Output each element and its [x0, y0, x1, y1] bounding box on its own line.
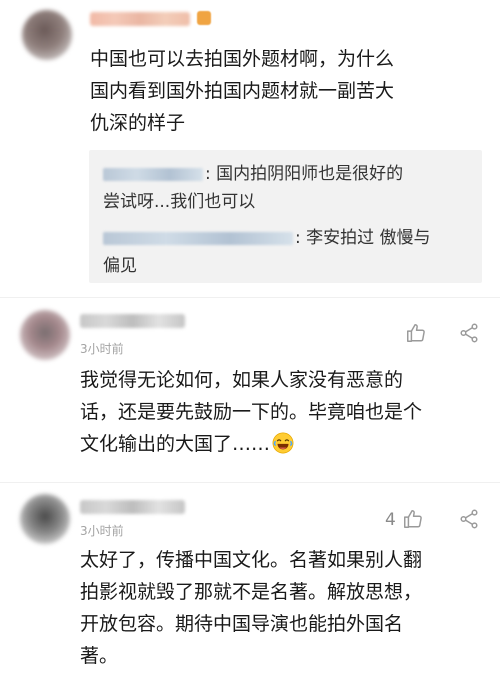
comment-1: 中国也可以去拍国外题材啊，为什么 国内看到国外拍国内题材就一副苦大 仇深的样子 … — [0, 0, 500, 300]
comment-2: 3小时前 我觉得无论如何，如果人家没有恶意的 话，还是要先鼓励一下的。毕竟咱也是… — [0, 300, 500, 480]
divider — [0, 482, 500, 483]
username-blurred[interactable] — [80, 500, 185, 514]
laughing-crying-emoji-icon — [272, 432, 294, 454]
badge-icon — [197, 11, 211, 25]
comment-time: 3小时前 — [80, 342, 124, 356]
thumbs-up-icon[interactable] — [405, 322, 427, 344]
share-icon[interactable] — [458, 322, 480, 344]
avatar[interactable] — [20, 310, 70, 360]
comment-text: 中国也可以去拍国外题材啊，为什么 国内看到国外拍国内题材就一副苦大 仇深的样子 — [90, 48, 395, 134]
reply-1: : 国内拍阴阳师也是很好的 尝试呀...我们也可以 — [103, 160, 473, 216]
like-count: 4 — [385, 510, 396, 530]
avatar[interactable] — [20, 494, 70, 544]
reply-username-blurred[interactable] — [103, 231, 293, 245]
comment-text-content: 我觉得无论如何，如果人家没有恶意的 话，还是要先鼓励一下的。毕竟咱也是个 文化输… — [80, 369, 423, 455]
comment-3: 3小时前 4 太好了，传播中国文化。名著如果别人翻 拍影视就毁了那就不是名著。解… — [0, 486, 500, 700]
reply-username-blurred[interactable] — [103, 167, 203, 181]
thumbs-up-icon[interactable] — [402, 508, 424, 530]
comment-text: 太好了，传播中国文化。名著如果别人翻 拍影视就毁了那就不是名著。解放思想， 开放… — [80, 549, 423, 667]
share-icon[interactable] — [458, 508, 480, 530]
reply-2: : 李安拍过 傲慢与 偏见 — [103, 224, 473, 280]
username-blurred[interactable] — [90, 12, 190, 26]
divider — [0, 297, 500, 298]
comment-text: 我觉得无论如何，如果人家没有恶意的 话，还是要先鼓励一下的。毕竟咱也是个 文化输… — [80, 364, 490, 460]
avatar[interactable] — [22, 10, 72, 60]
username-blurred[interactable] — [80, 314, 185, 328]
comment-time: 3小时前 — [80, 524, 124, 538]
